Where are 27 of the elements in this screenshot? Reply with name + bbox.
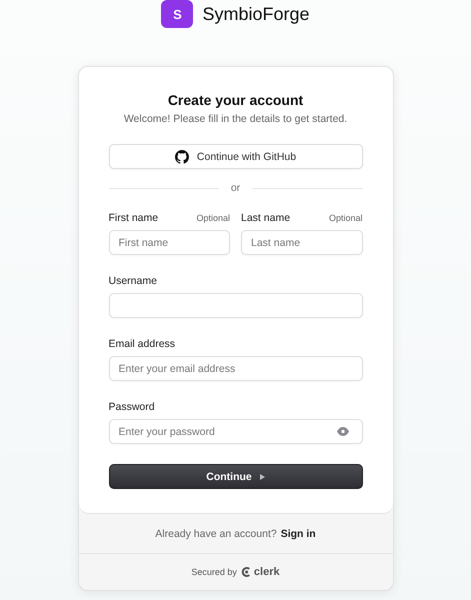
sign-in-prompt: Already have an account? <box>155 528 277 540</box>
eye-icon[interactable] <box>336 427 348 436</box>
logo-icon: S <box>161 0 194 28</box>
form-title: Create your account <box>166 92 304 108</box>
github-icon <box>174 150 189 164</box>
divider-label: or <box>230 182 240 194</box>
form-subtitle: Welcome! Please fill in the details to get started. <box>122 113 348 125</box>
optional-hint: Optional <box>328 213 362 223</box>
optional-hint: Optional <box>196 213 230 223</box>
brand-name: SymbioForge <box>202 4 310 24</box>
secured-by-label: Secured by <box>191 567 237 577</box>
clerk-wordmark: clerk <box>254 566 280 578</box>
sign-in-link[interactable]: Sign in <box>280 528 316 540</box>
field-label: Password <box>108 401 155 413</box>
password-field[interactable]: Enter your password <box>108 419 362 444</box>
field-label: Last name <box>241 212 290 224</box>
input-field[interactable] <box>108 293 362 318</box>
github-button[interactable]: Continue with GitHub <box>108 144 362 169</box>
input-field[interactable]: Enter your email address <box>108 356 362 381</box>
field-label: Username <box>108 275 157 287</box>
field-label: First name <box>108 212 158 224</box>
input-field[interactable]: Last name <box>241 230 362 255</box>
input-field[interactable]: First name <box>108 230 230 255</box>
continue-button[interactable]: Continue <box>108 464 362 489</box>
clerk-logo-icon <box>240 566 252 578</box>
caret-icon <box>260 474 265 480</box>
field-label: Email address <box>108 338 176 350</box>
